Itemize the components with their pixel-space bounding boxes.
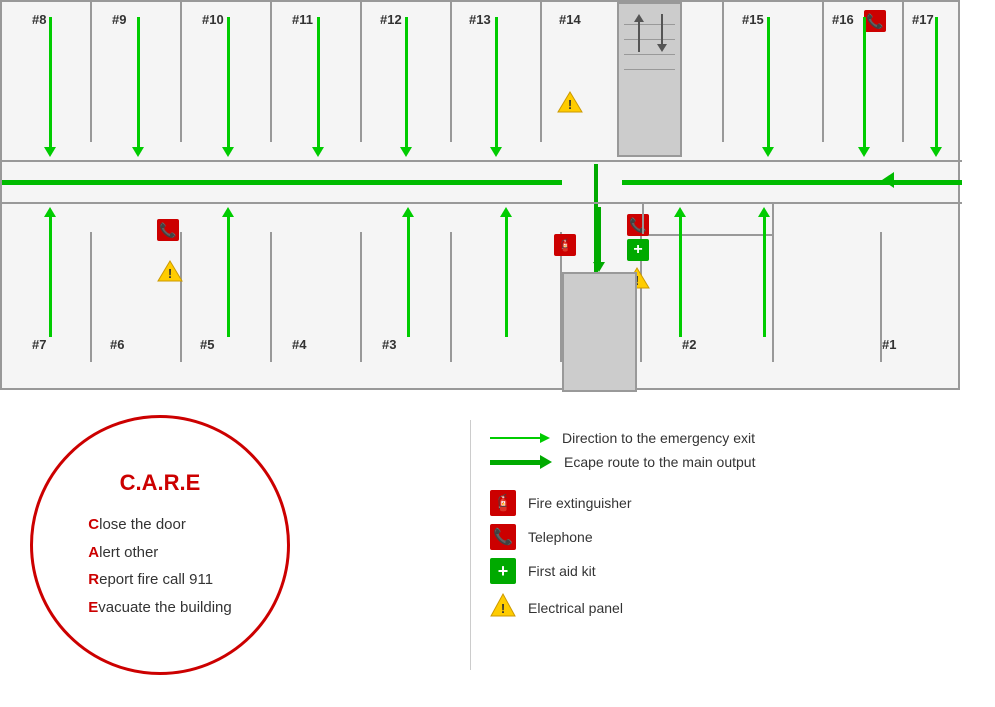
- room-divider: [540, 2, 542, 142]
- room-label-13: #13: [469, 12, 491, 27]
- phone-icon-6: 📞: [157, 219, 179, 241]
- legend-row-thick-arrow: Ecape route to the main output: [490, 454, 950, 470]
- arrow-up-2b: [758, 207, 770, 337]
- thin-arrow-icon: [490, 433, 550, 443]
- arrow-down-17: [930, 17, 942, 157]
- arrow-down-15: [762, 17, 774, 157]
- legend-extinguisher-label: Fire extinguisher: [528, 495, 632, 511]
- room-divider-bot: [450, 232, 452, 362]
- room-label-9: #9: [112, 12, 126, 27]
- legend-row-thin-arrow: Direction to the emergency exit: [490, 430, 950, 446]
- care-item-c: Close the door: [88, 512, 231, 538]
- firstaid-legend-icon: +: [490, 558, 516, 584]
- legend-row-electrical: ! Electrical panel: [490, 592, 950, 623]
- floorplan: #8 #9 #10 #11 #12 #13 #14 #15 #16 #17: [0, 0, 960, 390]
- room-label-6: #6: [110, 337, 124, 352]
- arrow-down-11: [312, 17, 324, 157]
- bottom-rooms: #7 #6 #5 #4 #3 #2 #1 📞 ! 🧯 📞 +: [2, 202, 962, 362]
- room-divider: [360, 2, 362, 142]
- arrow-up-2a: [674, 207, 686, 337]
- extinguisher-legend-icon: 🧯: [490, 490, 516, 516]
- corridor-arrow-left: [882, 172, 894, 188]
- room-label-5: #5: [200, 337, 214, 352]
- legend-thin-arrow-label: Direction to the emergency exit: [562, 430, 755, 446]
- arrow-down-9: [132, 17, 144, 157]
- room-divider: [450, 2, 452, 142]
- top-rooms: #8 #9 #10 #11 #12 #13 #14 #15 #16 #17: [2, 2, 962, 162]
- room-divider-bot: [772, 232, 774, 362]
- arrow-down-exit: [593, 207, 605, 272]
- room-label-12: #12: [380, 12, 402, 27]
- care-circle: C.A.R.E Close the door Alert other Repor…: [30, 415, 290, 675]
- legend-separator: [470, 420, 471, 670]
- legend-electrical-label: Electrical panel: [528, 600, 623, 616]
- extinguisher-3: 🧯: [554, 234, 576, 256]
- legend-thick-arrow-label: Ecape route to the main output: [564, 454, 755, 470]
- arrow-up-3: [500, 207, 512, 337]
- arrow-down-13: [490, 17, 502, 157]
- stairwell-bottom: [562, 272, 637, 392]
- arrow-up-5: [222, 207, 234, 337]
- room-label-16: #16: [832, 12, 854, 27]
- svg-text:!: !: [501, 601, 505, 616]
- room-divider-bot: [180, 232, 182, 362]
- firstaid-2: +: [627, 239, 649, 261]
- legend-telephone-label: Telephone: [528, 529, 593, 545]
- room-label-2: #2: [682, 337, 696, 352]
- room-divider: [270, 2, 272, 142]
- warning-6: !: [157, 259, 183, 288]
- room-label-4: #4: [292, 337, 306, 352]
- legend-row-extinguisher: 🧯 Fire extinguisher: [490, 490, 950, 516]
- room-label-3: #3: [382, 337, 396, 352]
- legend-row-firstaid: + First aid kit: [490, 558, 950, 584]
- room-divider-bot: [360, 232, 362, 362]
- room-label-14: #14: [559, 12, 581, 27]
- svg-text:!: !: [568, 97, 572, 112]
- arrow-down-16: [858, 17, 870, 157]
- room-label-1: #1: [882, 337, 896, 352]
- care-item-a: Alert other: [88, 540, 231, 566]
- care-item-r: Report fire call 911: [88, 567, 231, 593]
- room-divider-bot: [90, 232, 92, 362]
- inner-wall: [772, 204, 774, 234]
- stairwell-top: [617, 2, 682, 157]
- legend-row-telephone: 📞 Telephone: [490, 524, 950, 550]
- arrow-down-10: [222, 17, 234, 157]
- phone-icon-2: 📞: [627, 214, 649, 236]
- care-title: C.A.R.E: [120, 470, 201, 496]
- warning-14: !: [557, 90, 583, 119]
- room-divider: [902, 2, 904, 142]
- room-label-11: #11: [292, 12, 313, 27]
- room-divider: [722, 2, 724, 142]
- room-divider-bot: [270, 232, 272, 362]
- room-label-10: #10: [202, 12, 224, 27]
- thick-arrow-icon: [490, 455, 552, 469]
- electrical-legend-icon: !: [490, 592, 516, 623]
- corridor-line-left: [2, 180, 562, 185]
- room-divider: [90, 2, 92, 142]
- room-label-7: #7: [32, 337, 46, 352]
- room-label-15: #15: [742, 12, 764, 27]
- arrow-up-4: [402, 207, 414, 337]
- arrow-up-7: [44, 207, 56, 337]
- corridor-line-right: [622, 180, 962, 185]
- arrow-down-8: [44, 17, 56, 157]
- legend: Direction to the emergency exit Ecape ro…: [490, 430, 950, 631]
- room-divider: [822, 2, 824, 142]
- sub-div: [642, 234, 772, 236]
- room-divider: [180, 2, 182, 142]
- arrow-down-12: [400, 17, 412, 157]
- telephone-legend-icon: 📞: [490, 524, 516, 550]
- care-item-e: Evacuate the building: [88, 595, 231, 621]
- inner-wall: [642, 204, 644, 234]
- svg-text:!: !: [168, 266, 172, 281]
- legend-firstaid-label: First aid kit: [528, 563, 596, 579]
